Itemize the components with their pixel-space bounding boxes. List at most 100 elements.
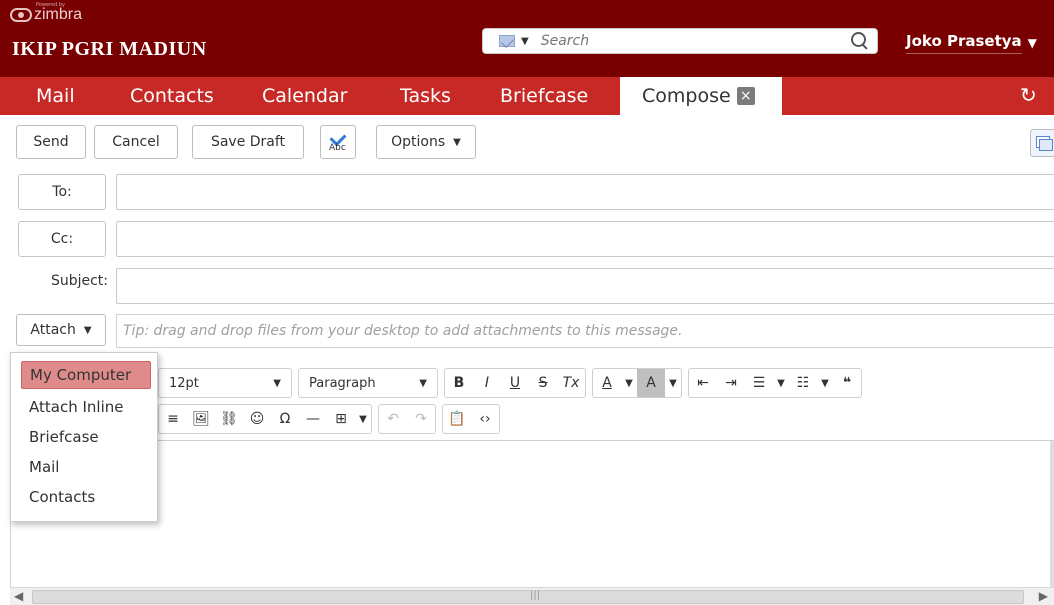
attach-label: Attach xyxy=(30,322,76,338)
zimbra-logo: zimbra xyxy=(10,6,83,23)
indent-icon[interactable]: ⇥ xyxy=(717,369,745,397)
logo-icon xyxy=(10,8,32,22)
scroll-thumb[interactable] xyxy=(32,590,1024,604)
strikethrough-icon[interactable]: S xyxy=(529,369,557,397)
bullet-list-icon[interactable]: ☰ xyxy=(745,369,773,397)
highlight-color-icon[interactable]: A xyxy=(637,369,665,397)
bold-icon[interactable]: B xyxy=(445,369,473,397)
text-color-caret-icon[interactable]: ▼ xyxy=(621,369,637,397)
text-style-group: B I U S Tx xyxy=(444,368,586,398)
menu-item-mail[interactable]: Mail xyxy=(21,453,151,481)
bullet-list-caret-icon[interactable]: ▼ xyxy=(773,369,789,397)
image-icon[interactable]: 🖼 xyxy=(187,405,215,433)
horizontal-scrollbar[interactable]: ◀ ||| ▶ xyxy=(10,587,1054,605)
scroll-left-icon[interactable]: ◀ xyxy=(14,589,23,603)
menu-item-briefcase[interactable]: Briefcase xyxy=(21,423,151,451)
menu-item-label: Briefcase xyxy=(29,428,99,446)
close-tab-icon[interactable]: × xyxy=(736,87,755,105)
message-body-editor[interactable] xyxy=(10,440,1054,591)
tab-label: Contacts xyxy=(130,85,214,107)
undo-icon[interactable]: ↶ xyxy=(379,405,407,433)
tab-briefcase[interactable]: Briefcase xyxy=(500,77,588,115)
tab-compose[interactable]: Compose × xyxy=(620,77,782,115)
editor-vertical-scrollbar[interactable] xyxy=(1050,441,1054,591)
options-caret-icon: ▼ xyxy=(453,136,461,148)
clear-formatting-icon[interactable]: Tx xyxy=(557,369,585,397)
attach-button[interactable]: Attach ▼ xyxy=(16,314,106,346)
save-draft-label: Save Draft xyxy=(210,134,286,150)
cc-button[interactable]: Cc: xyxy=(18,221,106,257)
subject-input[interactable] xyxy=(116,268,1054,304)
search-scope-dropdown-icon[interactable]: ▼ xyxy=(521,36,529,47)
link-icon[interactable]: ⛓ xyxy=(215,405,243,433)
cc-input[interactable] xyxy=(116,221,1054,257)
italic-icon[interactable]: I xyxy=(473,369,501,397)
attachment-hint-text: Tip: drag and drop files from your deskt… xyxy=(123,323,683,339)
insert-group: ≡ 🖼 ⛓ ☺ Ω — ⊞ ▼ xyxy=(158,404,372,434)
send-button[interactable]: Send xyxy=(16,125,86,159)
menu-item-label: Attach Inline xyxy=(29,398,124,416)
attach-caret-icon: ▼ xyxy=(83,324,92,336)
options-button[interactable]: Options ▼ xyxy=(376,125,476,159)
source-code-icon[interactable]: ‹› xyxy=(471,405,499,433)
history-group: ↶ ↷ xyxy=(378,404,436,434)
scroll-right-icon[interactable]: ▶ xyxy=(1039,589,1048,603)
menu-item-contacts[interactable]: Contacts xyxy=(21,483,151,511)
numbered-list-icon[interactable]: ☷ xyxy=(789,369,817,397)
tab-mail[interactable]: Mail xyxy=(36,77,75,115)
user-menu[interactable]: Joko Prasetya ▼ xyxy=(906,31,1048,55)
menu-item-my-computer[interactable]: My Computer xyxy=(21,361,151,389)
tab-label: Mail xyxy=(36,85,75,107)
emoji-icon[interactable]: ☺ xyxy=(243,405,271,433)
to-input[interactable] xyxy=(116,174,1054,210)
tab-calendar[interactable]: Calendar xyxy=(262,77,347,115)
search-icon[interactable] xyxy=(851,32,869,50)
outdent-icon[interactable]: ⇤ xyxy=(689,369,717,397)
tab-label: Tasks xyxy=(400,85,451,107)
font-size-value: 12pt xyxy=(169,375,199,391)
redo-icon[interactable]: ↷ xyxy=(407,405,435,433)
to-label: To: xyxy=(52,184,72,200)
user-menu-chevron-icon: ▼ xyxy=(1027,36,1037,50)
app-header: Powered by zimbra IKIP PGRI MADIUN ▼ Jok… xyxy=(0,0,1054,77)
horizontal-rule-icon[interactable]: — xyxy=(299,405,327,433)
font-size-caret-icon: ▼ xyxy=(273,377,281,389)
logo-text: zimbra xyxy=(34,6,83,23)
spell-check-button[interactable]: Abc xyxy=(320,125,356,159)
font-size-select[interactable]: 12pt ▼ xyxy=(158,368,292,398)
numbered-list-caret-icon[interactable]: ▼ xyxy=(817,369,833,397)
editor-toolbar: 12pt ▼ Paragraph ▼ B I U S Tx A ▼ A ▼ ⇤ … xyxy=(10,362,1054,440)
to-button[interactable]: To: xyxy=(18,174,106,210)
app-tabs: Mail Contacts Calendar Tasks Briefcase C… xyxy=(0,77,1054,115)
text-color-icon[interactable]: A xyxy=(593,369,621,397)
tab-label: Compose xyxy=(642,85,731,107)
tab-label: Briefcase xyxy=(500,85,589,107)
special-char-icon[interactable]: Ω xyxy=(271,405,299,433)
table-caret-icon[interactable]: ▼ xyxy=(355,405,371,433)
scroll-grip-icon: ||| xyxy=(530,590,541,601)
paste-group: 📋 ‹› xyxy=(442,404,500,434)
window-toggle-icon[interactable] xyxy=(1030,129,1054,157)
mail-icon[interactable] xyxy=(499,35,515,47)
search-input[interactable] xyxy=(538,32,851,50)
align-icon[interactable]: ≡ xyxy=(159,405,187,433)
table-icon[interactable]: ⊞ xyxy=(327,405,355,433)
tab-contacts[interactable]: Contacts xyxy=(130,77,214,115)
block-format-select[interactable]: Paragraph ▼ xyxy=(298,368,438,398)
cancel-button[interactable]: Cancel xyxy=(94,125,178,159)
paste-text-icon[interactable]: 📋 xyxy=(443,405,471,433)
user-name: Joko Prasetya xyxy=(906,32,1022,54)
cancel-label: Cancel xyxy=(112,134,160,150)
attachment-drop-zone[interactable]: Tip: drag and drop files from your deskt… xyxy=(116,314,1054,348)
save-draft-button[interactable]: Save Draft xyxy=(192,125,304,159)
send-label: Send xyxy=(33,134,69,150)
refresh-icon[interactable]: ↻ xyxy=(1020,85,1040,105)
tab-tasks[interactable]: Tasks xyxy=(400,77,451,115)
menu-item-attach-inline[interactable]: Attach Inline xyxy=(21,393,151,421)
search-box[interactable]: ▼ xyxy=(482,28,878,54)
alignment-group: ⇤ ⇥ ☰ ▼ ☷ ▼ ❝ xyxy=(688,368,862,398)
underline-icon[interactable]: U xyxy=(501,369,529,397)
blockquote-icon[interactable]: ❝ xyxy=(833,369,861,397)
highlight-caret-icon[interactable]: ▼ xyxy=(665,369,681,397)
spell-abc-label: Abc xyxy=(329,143,346,153)
